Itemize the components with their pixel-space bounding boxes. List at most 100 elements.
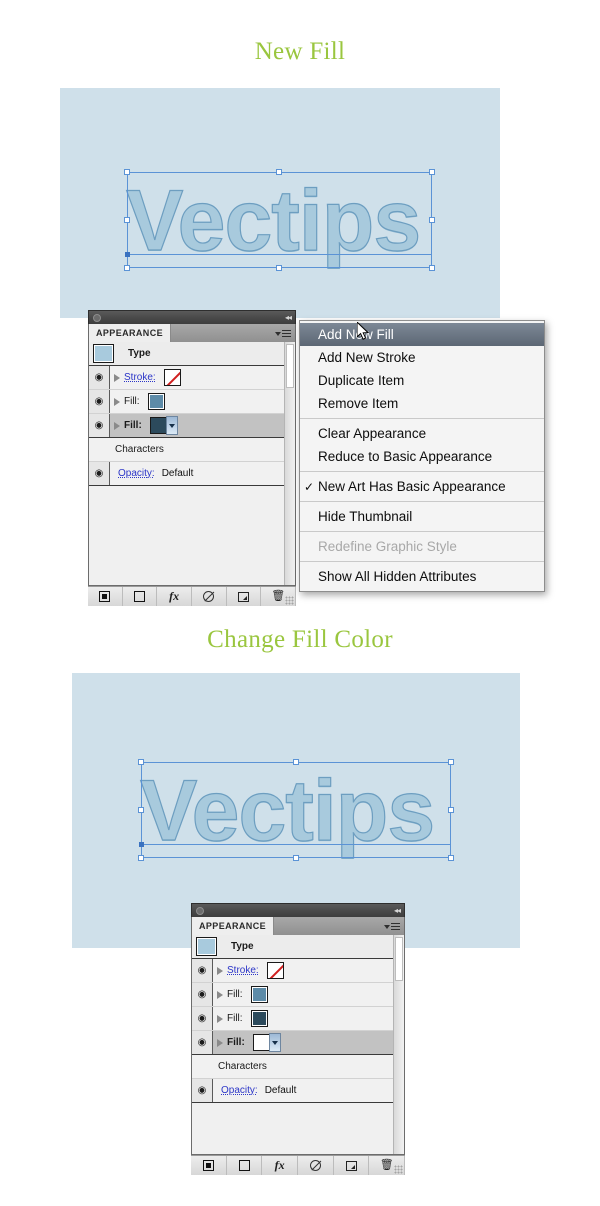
panel-menu-button-bottom[interactable] (384, 921, 400, 932)
visibility-toggle-opacity[interactable]: ◉ (89, 462, 110, 485)
appearance-row-fill-2-bottom[interactable]: ◉ Fill: (192, 1007, 393, 1031)
row-label-fill-2[interactable]: Fill: (227, 1013, 243, 1024)
appearance-row-opacity-bottom[interactable]: ◉ Opacity: Default (192, 1079, 393, 1103)
fill-dropdown-button[interactable] (165, 416, 178, 435)
menu-item-reduce-to-basic-appearance[interactable]: Reduce to Basic Appearance (300, 445, 544, 468)
panel-scrollbar-bottom[interactable] (393, 935, 404, 1154)
scrollbar-thumb[interactable] (395, 937, 403, 981)
handle-bottom-center[interactable] (276, 265, 282, 271)
appearance-row-type-bottom[interactable]: Type (192, 935, 393, 959)
handle-bottom-left[interactable] (138, 855, 144, 861)
visibility-toggle-fill-1[interactable]: ◉ (192, 983, 213, 1006)
fill-swatch-dark-slate[interactable] (149, 417, 167, 434)
baseline-anchor-top[interactable] (125, 252, 130, 257)
menu-item-new-art-has-basic-appearance[interactable]: ✓ New Art Has Basic Appearance (300, 475, 544, 498)
type-thumbnail-icon[interactable] (196, 937, 217, 956)
row-label-fill-3[interactable]: Fill: (227, 1037, 245, 1048)
fill-dropdown-button[interactable] (268, 1033, 281, 1052)
fill-swatch-dark-slate[interactable] (250, 1010, 268, 1027)
appearance-row-opacity-top[interactable]: ◉ Opacity: Default (89, 462, 284, 486)
panel-menu-button-top[interactable] (275, 328, 291, 339)
panel-titlebar-top[interactable]: ◂◂ (88, 310, 296, 324)
add-new-effect-button[interactable]: fx (262, 1156, 299, 1175)
panel-footer-top[interactable]: fx 🗑 (88, 586, 297, 606)
handle-top-center[interactable] (293, 759, 299, 765)
add-new-stroke-button[interactable] (88, 587, 123, 606)
handle-top-left[interactable] (124, 169, 130, 175)
visibility-toggle-fill-1[interactable]: ◉ (89, 390, 110, 413)
add-new-effect-button[interactable]: fx (157, 587, 193, 606)
handle-top-right[interactable] (429, 169, 435, 175)
row-label-stroke[interactable]: Stroke: (124, 372, 156, 383)
panel-titlebar-bottom[interactable]: ◂◂ (191, 903, 405, 917)
appearance-row-characters-bottom[interactable]: Characters (192, 1055, 393, 1079)
fill-swatch-steel-blue[interactable] (250, 986, 268, 1003)
menu-item-hide-thumbnail[interactable]: Hide Thumbnail (300, 505, 544, 528)
clear-appearance-button[interactable] (298, 1156, 334, 1175)
panel-scrollbar-top[interactable] (284, 342, 295, 585)
menu-item-add-new-stroke[interactable]: Add New Stroke (300, 346, 544, 369)
disclosure-triangle-icon[interactable] (217, 966, 223, 975)
menu-item-show-all-hidden-attributes[interactable]: Show All Hidden Attributes (300, 565, 544, 588)
visibility-toggle-fill-2[interactable]: ◉ (89, 414, 110, 437)
appearance-row-characters-top[interactable]: Characters (89, 438, 284, 462)
menu-item-duplicate-item[interactable]: Duplicate Item (300, 369, 544, 392)
handle-top-right[interactable] (448, 759, 454, 765)
appearance-row-fill-1-top[interactable]: ◉ Fill: (89, 390, 284, 414)
appearance-row-fill-3-bottom[interactable]: ◉ Fill: (192, 1031, 393, 1055)
scrollbar-thumb[interactable] (286, 344, 294, 388)
panel-close-icon[interactable] (196, 907, 204, 915)
appearance-panel-bottom[interactable]: ◂◂ APPEARANCE Type ◉ Stroke: ◉ Fill: ◉ F… (191, 903, 406, 1175)
add-new-stroke-button[interactable] (191, 1156, 227, 1175)
appearance-row-fill-2-top[interactable]: ◉ Fill: (89, 414, 284, 438)
handle-top-center[interactable] (276, 169, 282, 175)
duplicate-item-button[interactable] (334, 1156, 370, 1175)
handle-top-left[interactable] (138, 759, 144, 765)
visibility-toggle-fill-2[interactable]: ◉ (192, 1007, 213, 1030)
baseline-anchor-bottom[interactable] (139, 842, 144, 847)
resize-grip-icon[interactable] (394, 1165, 403, 1174)
handle-mid-left[interactable] (138, 807, 144, 813)
row-label-opacity[interactable]: Opacity: (118, 468, 155, 479)
panel-tab-row-top[interactable]: APPEARANCE (88, 324, 296, 342)
disclosure-triangle-icon[interactable] (114, 373, 120, 382)
fill-color-picker-top[interactable] (149, 416, 178, 435)
collapse-arrows-icon[interactable]: ◂◂ (285, 313, 292, 322)
stroke-swatch-none[interactable] (163, 369, 181, 386)
handle-bottom-center[interactable] (293, 855, 299, 861)
row-label-fill-2[interactable]: Fill: (124, 420, 142, 431)
fill-swatch-steel-blue[interactable] (147, 393, 165, 410)
handle-mid-right[interactable] (429, 217, 435, 223)
stroke-swatch-none[interactable] (266, 962, 284, 979)
disclosure-triangle-icon[interactable] (217, 990, 223, 999)
row-label-fill-1[interactable]: Fill: (227, 989, 243, 1000)
fill-swatch-white[interactable] (252, 1034, 270, 1051)
menu-item-clear-appearance[interactable]: Clear Appearance (300, 422, 544, 445)
disclosure-triangle-icon[interactable] (217, 1038, 223, 1047)
row-label-fill-1[interactable]: Fill: (124, 396, 140, 407)
handle-bottom-left[interactable] (124, 265, 130, 271)
panel-tab-row-bottom[interactable]: APPEARANCE (191, 917, 405, 935)
menu-item-remove-item[interactable]: Remove Item (300, 392, 544, 415)
disclosure-triangle-icon[interactable] (217, 1014, 223, 1023)
add-new-fill-button[interactable] (123, 587, 158, 606)
add-new-fill-button[interactable] (227, 1156, 263, 1175)
appearance-panel-top[interactable]: ◂◂ APPEARANCE Type ◉ Stroke: ◉ Fill: ◉ F… (88, 310, 297, 606)
visibility-toggle-fill-3[interactable]: ◉ (192, 1031, 213, 1054)
tab-appearance-bottom[interactable]: APPEARANCE (192, 917, 275, 935)
appearance-row-stroke-top[interactable]: ◉ Stroke: (89, 366, 284, 390)
appearance-row-type-top[interactable]: Type (89, 342, 284, 366)
appearance-row-stroke-bottom[interactable]: ◉ Stroke: (192, 959, 393, 983)
type-thumbnail-icon[interactable] (93, 344, 114, 363)
panel-footer-bottom[interactable]: fx 🗑 (191, 1155, 406, 1175)
resize-grip-icon[interactable] (285, 596, 294, 605)
appearance-panel-context-menu[interactable]: Add New Fill Add New Stroke Duplicate It… (299, 320, 545, 592)
panel-close-icon[interactable] (93, 314, 101, 322)
appearance-row-fill-1-bottom[interactable]: ◉ Fill: (192, 983, 393, 1007)
handle-bottom-right[interactable] (448, 855, 454, 861)
menu-item-add-new-fill[interactable]: Add New Fill (300, 323, 544, 346)
duplicate-item-button[interactable] (227, 587, 262, 606)
visibility-toggle-stroke[interactable]: ◉ (89, 366, 110, 389)
row-label-stroke[interactable]: Stroke: (227, 965, 259, 976)
visibility-toggle-opacity[interactable]: ◉ (192, 1079, 213, 1102)
